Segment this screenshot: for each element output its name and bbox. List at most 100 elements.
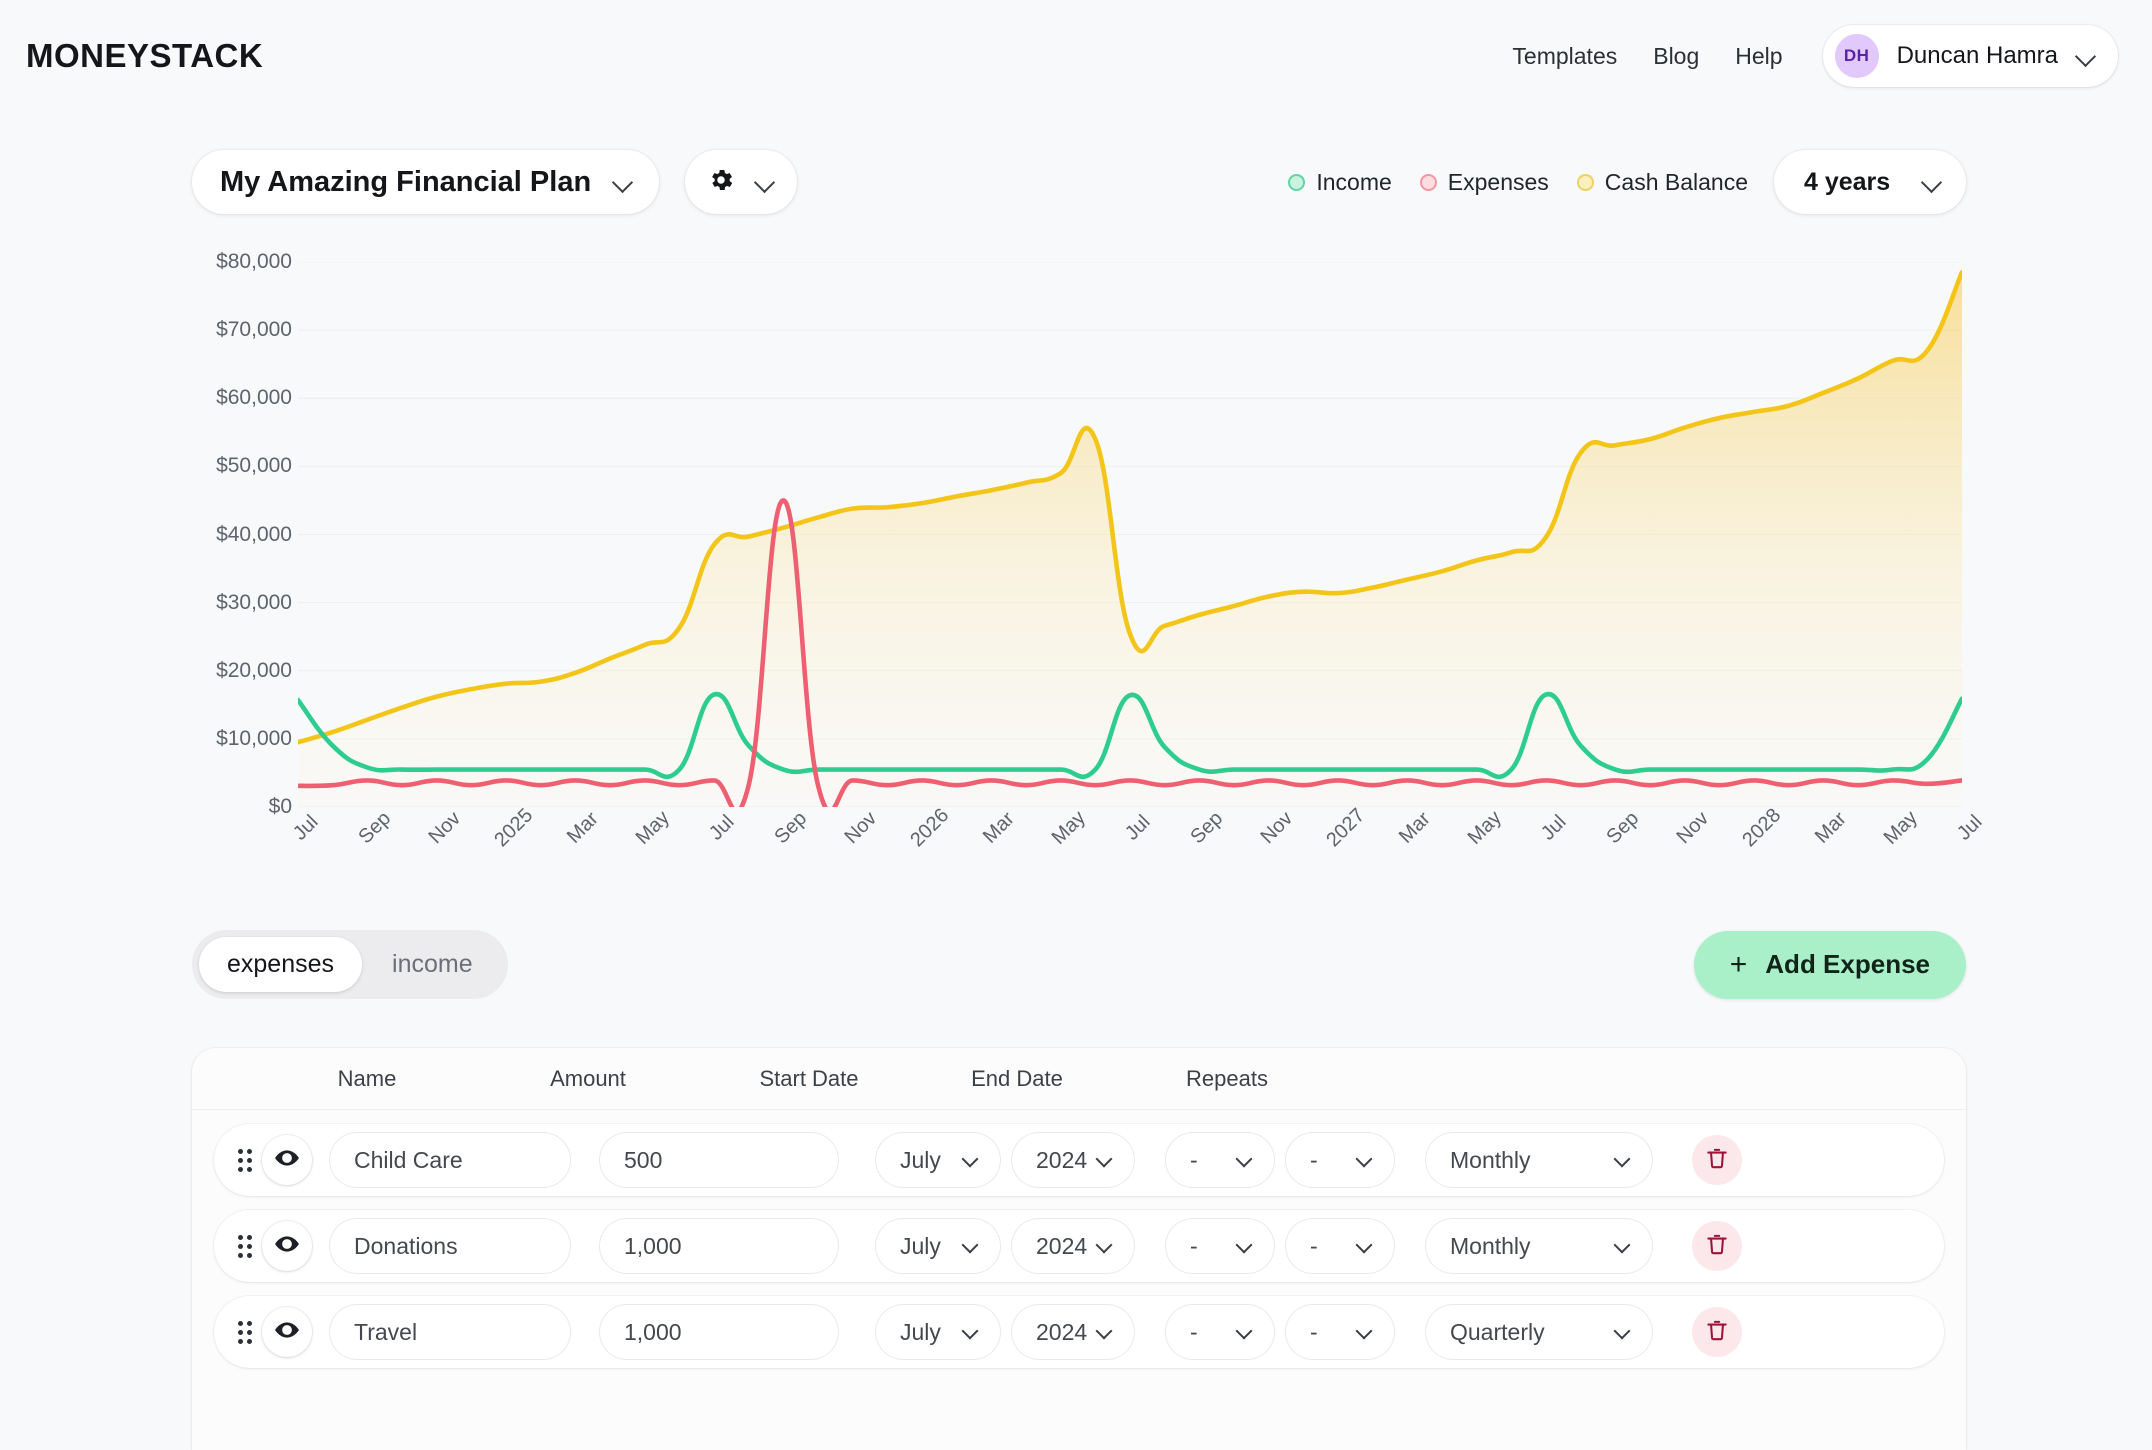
add-expense-button[interactable]: + Add Expense (1694, 931, 1966, 999)
end-month-select[interactable]: - (1166, 1133, 1274, 1187)
x-axis-tick-label: Jul (1121, 811, 1155, 845)
y-axis-tick-label: $30,000 (216, 591, 292, 615)
name-input[interactable]: Child Care (330, 1133, 570, 1187)
repeats-select[interactable]: Monthly (1426, 1219, 1652, 1273)
legend-label-cash-balance: Cash Balance (1605, 169, 1748, 196)
x-axis-tick-label: 2026 (906, 804, 954, 852)
end-month-select[interactable]: - (1166, 1305, 1274, 1359)
tab-income[interactable]: income (364, 937, 501, 992)
nav-right-group: Templates Blog Help DH Duncan Hamra (1494, 25, 2118, 87)
time-range-value: 4 years (1804, 168, 1890, 197)
end-month-value: - (1190, 1233, 1198, 1260)
name-value: Child Care (354, 1147, 463, 1174)
repeats-value: Quarterly (1450, 1319, 1545, 1346)
drag-handle-icon[interactable] (228, 1314, 262, 1350)
plan-settings-button[interactable] (685, 150, 797, 214)
table-row: Travel 1,000 July 2024 - - Quarterly (214, 1296, 1944, 1368)
chart-plot-area[interactable] (298, 262, 1962, 807)
chevron-down-icon (1614, 1322, 1634, 1342)
chevron-down-icon (1236, 1322, 1256, 1342)
chevron-down-icon (2076, 46, 2096, 66)
toggle-visibility-button[interactable] (262, 1221, 312, 1271)
chevron-down-icon (1922, 172, 1942, 192)
delete-row-button[interactable] (1692, 1221, 1742, 1271)
column-header-amount: Amount (550, 1066, 626, 1092)
amount-value: 1,000 (624, 1319, 682, 1346)
toggle-visibility-button[interactable] (262, 1135, 312, 1185)
avatar: DH (1835, 34, 1879, 78)
column-header-start-date: Start Date (759, 1066, 858, 1092)
end-year-select[interactable]: - (1286, 1133, 1394, 1187)
start-month-select[interactable]: July (876, 1219, 1000, 1273)
amount-input[interactable]: 1,000 (600, 1219, 838, 1273)
repeats-select[interactable]: Monthly (1426, 1133, 1652, 1187)
drag-handle-icon[interactable] (228, 1228, 262, 1264)
tab-expenses[interactable]: expenses (199, 937, 362, 992)
x-axis-tick-label: Nov (840, 807, 881, 848)
delete-row-button[interactable] (1692, 1135, 1742, 1185)
delete-row-button[interactable] (1692, 1307, 1742, 1357)
name-value: Travel (354, 1319, 417, 1346)
chevron-down-icon (1096, 1236, 1116, 1256)
amount-value: 1,000 (624, 1233, 682, 1260)
x-axis-tick-label: Mar (563, 808, 604, 849)
start-year-select[interactable]: 2024 (1012, 1305, 1134, 1359)
column-header-name: Name (338, 1066, 397, 1092)
end-year-value: - (1310, 1147, 1318, 1174)
user-menu-button[interactable]: DH Duncan Hamra (1823, 25, 2118, 87)
end-year-value: - (1310, 1319, 1318, 1346)
x-axis-tick-label: Mar (1811, 808, 1852, 849)
end-year-select[interactable]: - (1286, 1219, 1394, 1273)
eye-icon (274, 1231, 300, 1262)
brand-logo[interactable]: MONEYSTACK (26, 37, 263, 75)
drag-handle-icon[interactable] (228, 1142, 262, 1178)
legend-item-expenses[interactable]: Expenses (1420, 169, 1549, 196)
name-input[interactable]: Donations (330, 1219, 570, 1273)
x-axis-tick-label: Mar (1395, 808, 1436, 849)
plan-toolbar-left: My Amazing Financial Plan (192, 150, 797, 214)
end-month-select[interactable]: - (1166, 1219, 1274, 1273)
start-year-select[interactable]: 2024 (1012, 1219, 1134, 1273)
x-axis-tick-label: Sep (1603, 807, 1644, 848)
end-month-value: - (1190, 1147, 1198, 1174)
nav-link-help[interactable]: Help (1717, 43, 1800, 70)
time-range-select[interactable]: 4 years (1774, 150, 1966, 214)
chevron-down-icon (1096, 1322, 1116, 1342)
chevron-down-icon (962, 1236, 982, 1256)
toggle-visibility-button[interactable] (262, 1307, 312, 1357)
plan-select[interactable]: My Amazing Financial Plan (192, 150, 659, 214)
y-axis-tick-label: $10,000 (216, 727, 292, 751)
legend-item-cash-balance[interactable]: Cash Balance (1577, 169, 1748, 196)
legend-label-income: Income (1316, 169, 1391, 196)
eye-icon (274, 1317, 300, 1348)
x-axis-tick-label: Jul (1953, 811, 1987, 845)
start-year-value: 2024 (1036, 1319, 1087, 1346)
trash-icon (1704, 1145, 1730, 1176)
end-year-select[interactable]: - (1286, 1305, 1394, 1359)
end-month-value: - (1190, 1319, 1198, 1346)
nav-link-templates[interactable]: Templates (1494, 43, 1635, 70)
amount-input[interactable]: 500 (600, 1133, 838, 1187)
chart-controls: Income Expenses Cash Balance 4 years (1288, 150, 1966, 214)
x-axis-tick-label: 2027 (1322, 804, 1370, 852)
start-month-select[interactable]: July (876, 1133, 1000, 1187)
ledger-toolbar: expenses income + Add Expense (192, 930, 1966, 999)
start-year-value: 2024 (1036, 1233, 1087, 1260)
legend-item-income[interactable]: Income (1288, 169, 1391, 196)
chevron-down-icon (1356, 1150, 1376, 1170)
start-month-select[interactable]: July (876, 1305, 1000, 1359)
table-row: Donations 1,000 July 2024 - - Monthly (214, 1210, 1944, 1282)
nav-link-blog[interactable]: Blog (1635, 43, 1717, 70)
x-axis-tick-label: Nov (1672, 807, 1713, 848)
x-axis-tick-label: May (1463, 807, 1506, 850)
x-axis-tick-label: May (631, 807, 674, 850)
chevron-down-icon (1356, 1236, 1376, 1256)
amount-input[interactable]: 1,000 (600, 1305, 838, 1359)
y-axis-tick-label: $80,000 (216, 250, 292, 274)
x-axis-tick-label: Jul (1537, 811, 1571, 845)
repeats-select[interactable]: Quarterly (1426, 1305, 1652, 1359)
y-axis-tick-label: $0 (269, 795, 292, 819)
start-year-select[interactable]: 2024 (1012, 1133, 1134, 1187)
name-input[interactable]: Travel (330, 1305, 570, 1359)
chevron-down-icon (1614, 1150, 1634, 1170)
